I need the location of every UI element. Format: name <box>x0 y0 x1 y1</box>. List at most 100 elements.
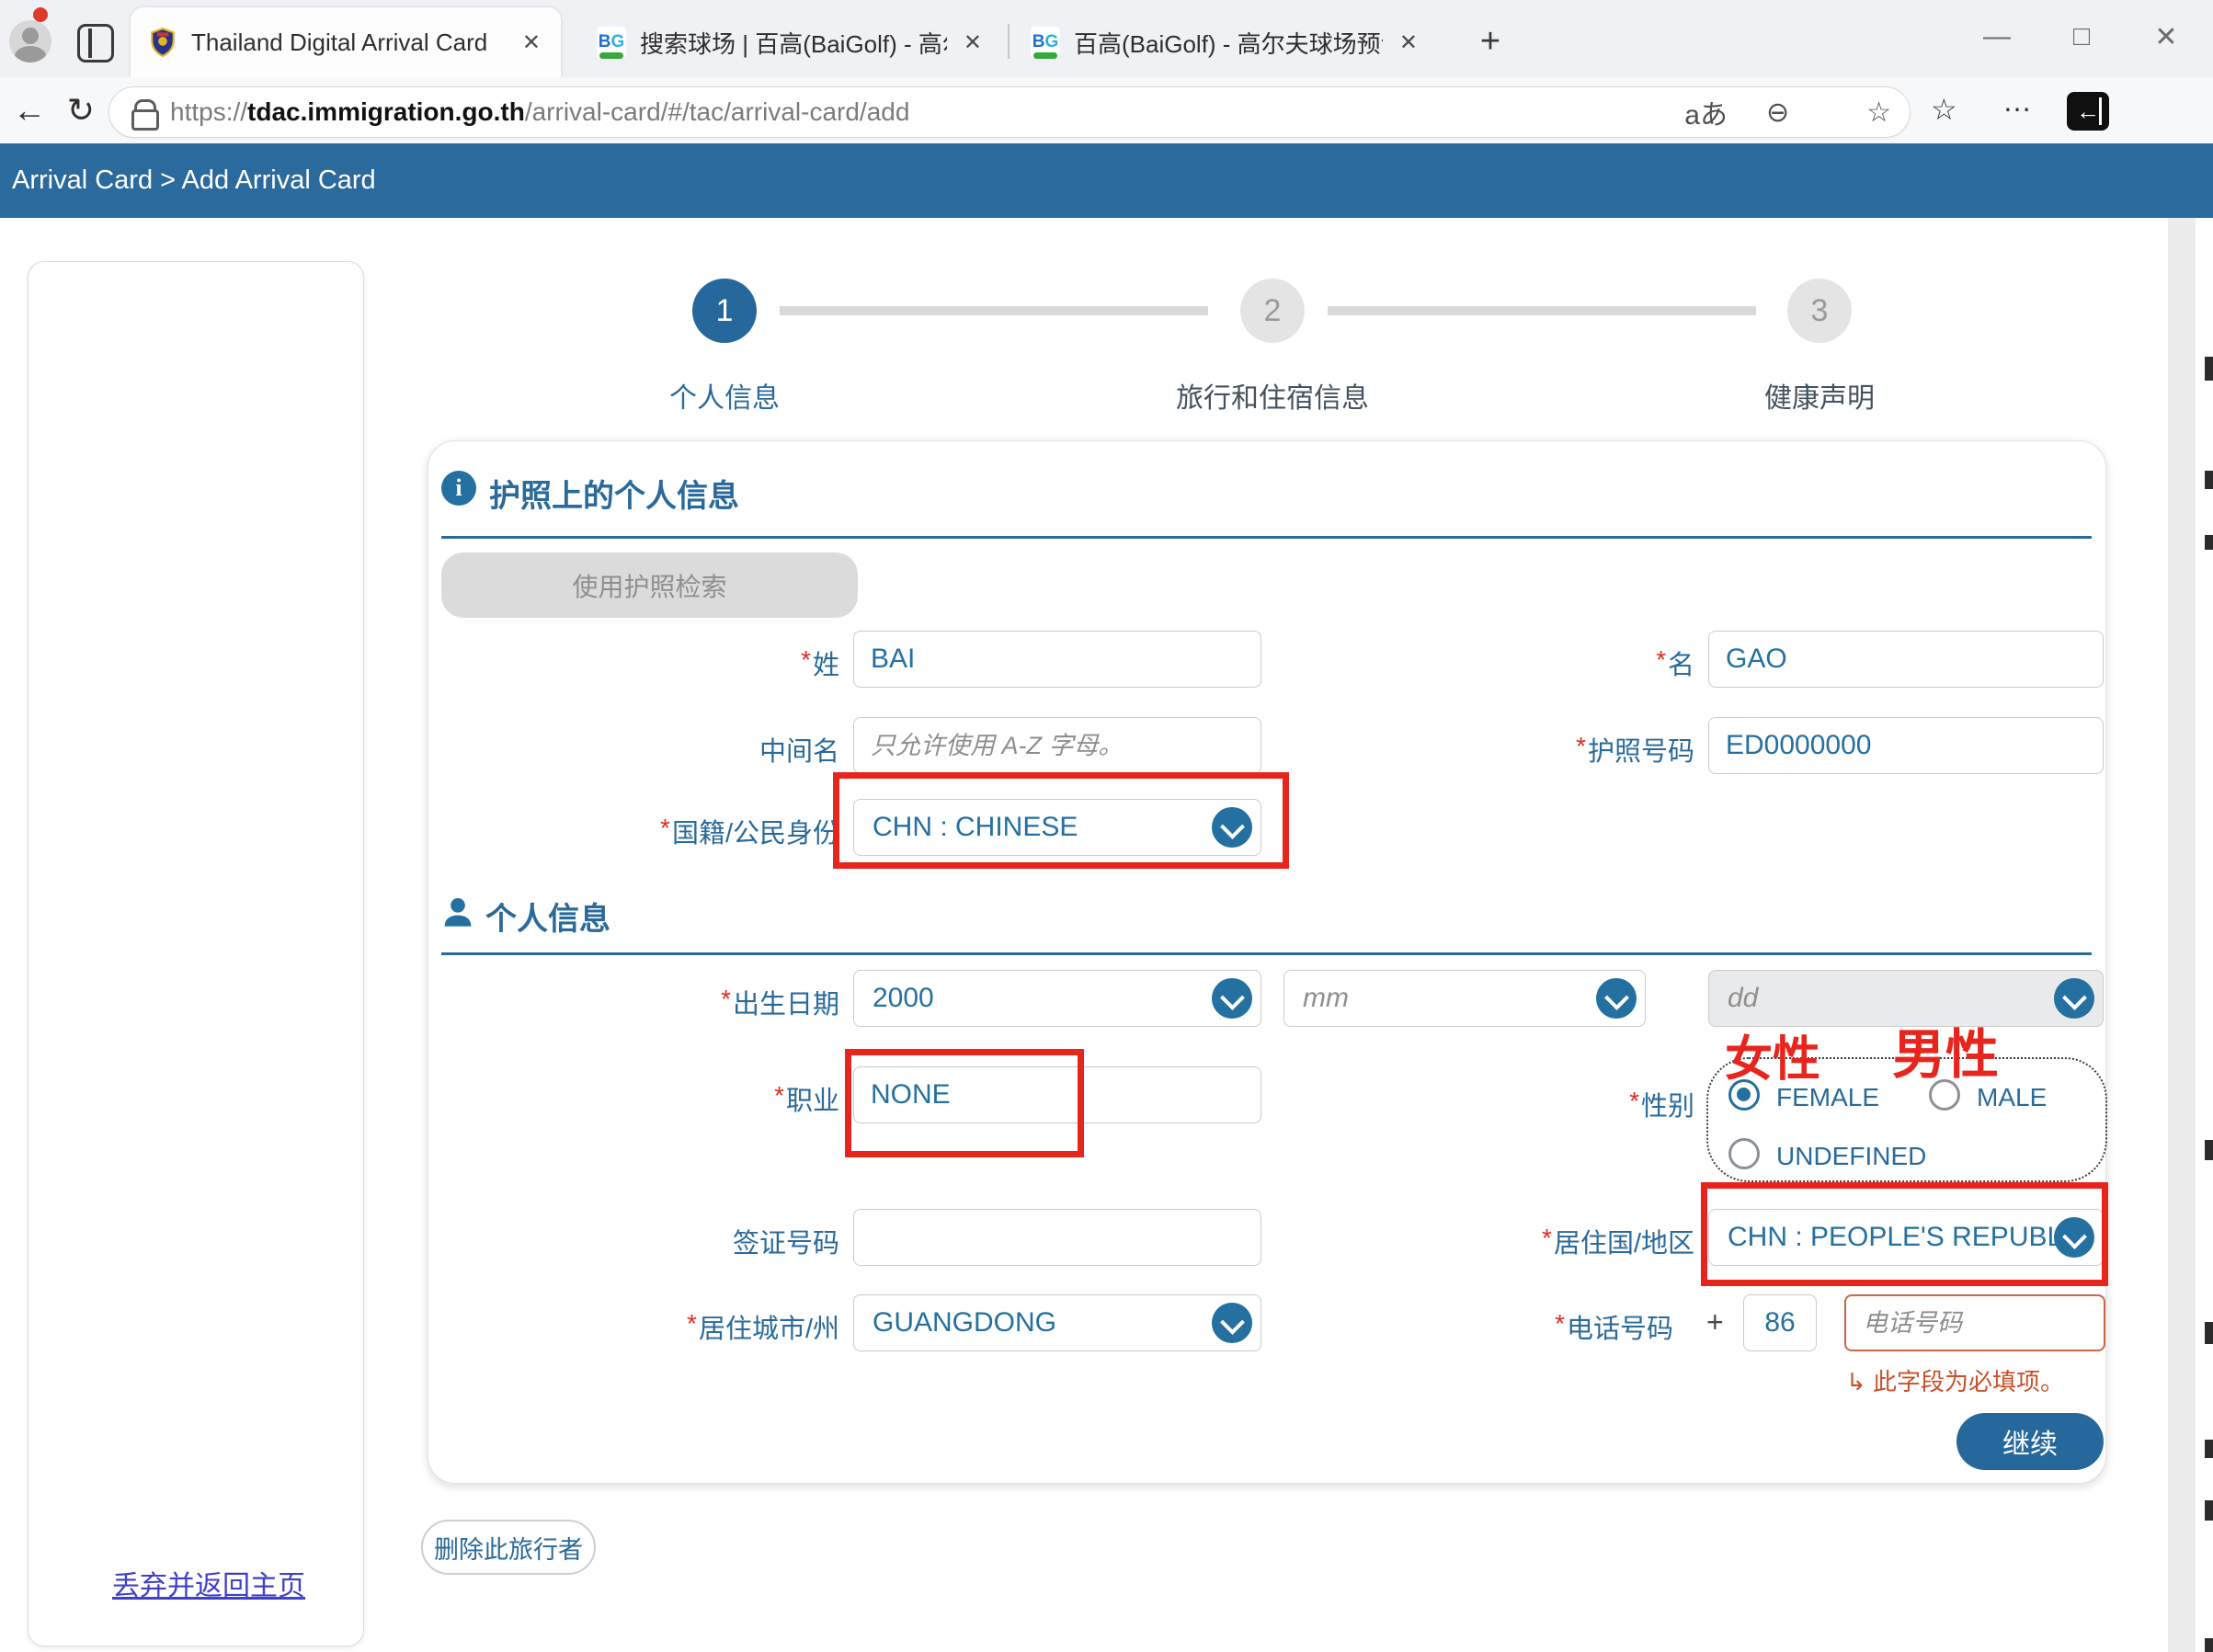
continue-button[interactable]: 继续 <box>1956 1413 2104 1470</box>
required-mark: * <box>687 1309 697 1338</box>
tab-baigolf-search[interactable]: BG 搜索球场 | 百高(BaiGolf) - 高尔夫 ✕ <box>579 7 1002 77</box>
more-menu-icon[interactable]: … <box>2002 85 2032 119</box>
page-header: Arrival Card > Add Arrival Card <box>0 143 2213 218</box>
step-3-circle: 3 <box>1787 279 1852 343</box>
baigolf-favicon-icon: BG <box>1030 27 1061 58</box>
middle-name-label: 中间名 <box>545 730 839 769</box>
tab-baigolf-booking[interactable]: BG 百高(BaiGolf) - 高尔夫球场预订,高 ✕ <box>1013 7 1438 77</box>
notification-dot <box>33 7 48 22</box>
residence-city-label: *居住城市/州 <box>545 1307 839 1346</box>
clipped-edge-fragment <box>2205 1322 2213 1344</box>
residence-country-label: *居住国/地区 <box>1400 1222 1694 1260</box>
required-mark: * <box>1629 1087 1639 1115</box>
new-tab-button[interactable]: + <box>1469 20 1511 63</box>
clipped-edge-fragment <box>2205 1140 2213 1160</box>
url-host: tdac.immigration.go.th <box>247 97 525 126</box>
annotation-box-occupation <box>845 1049 1084 1157</box>
back-button[interactable]: ← <box>6 85 53 136</box>
first-name-label: *名 <box>1400 644 1694 682</box>
annotation-female-text: 女性 <box>1725 1020 1820 1089</box>
page-scrollbar[interactable] <box>2168 218 2196 1652</box>
breadcrumb: Arrival Card > Add Arrival Card <box>12 165 376 196</box>
step-3-label: 健康声明 <box>1626 375 2013 416</box>
passport-no-input[interactable] <box>1708 717 2104 774</box>
sidebar-toggle-icon[interactable]: ← <box>2067 92 2109 131</box>
maximize-button[interactable]: □ <box>2054 13 2109 61</box>
address-bar[interactable]: https://tdac.immigration.go.th/arrival-c… <box>108 86 1911 138</box>
passport-search-button[interactable]: 使用护照检索 <box>441 553 858 618</box>
birth-month-select[interactable]: mm <box>1283 970 1646 1027</box>
visa-no-input[interactable] <box>853 1209 1261 1266</box>
avatar-person-icon <box>22 28 39 44</box>
tab-strip: Thailand Digital Arrival Card ✕ BG 搜索球场 … <box>0 0 2213 77</box>
required-mark: * <box>801 645 811 674</box>
required-mark: * <box>1542 1224 1552 1252</box>
passport-no-field <box>1708 717 2104 774</box>
middle-name-field <box>853 717 1261 774</box>
tab-title: 百高(BaiGolf) - 高尔夫球场预订,高 <box>1074 26 1383 60</box>
clipped-edge-fragment <box>2205 535 2213 550</box>
required-mark: * <box>774 1081 784 1110</box>
passport-section-title: 护照上的个人信息 <box>489 471 739 516</box>
personal-section-title: 个人信息 <box>485 894 610 939</box>
refresh-button[interactable]: ↻ <box>57 85 105 136</box>
first-name-input[interactable] <box>1708 631 2104 688</box>
required-mark: * <box>721 985 731 1013</box>
phone-number-input[interactable] <box>1844 1294 2105 1351</box>
person-icon <box>441 895 474 929</box>
middle-name-input[interactable] <box>853 717 1261 774</box>
close-window-button[interactable]: ✕ <box>2139 13 2194 61</box>
zoom-out-icon[interactable]: ⊖ <box>1766 97 1789 129</box>
baigolf-favicon-icon: BG <box>596 27 627 58</box>
annotation-box-residence-country <box>1701 1182 2108 1286</box>
favorite-star-icon[interactable]: ☆ <box>1866 97 1891 129</box>
clipped-edge-fragment <box>2205 1638 2213 1652</box>
tab-close-icon[interactable]: ✕ <box>1396 29 1421 56</box>
gender-undefined-radio[interactable] <box>1728 1138 1760 1169</box>
required-mark: * <box>1656 645 1666 674</box>
chevron-down-icon[interactable] <box>1212 978 1252 1019</box>
avatar-person-icon <box>15 46 46 63</box>
tab-close-icon[interactable]: ✕ <box>960 29 986 56</box>
clipped-edge-fragment <box>2205 471 2213 489</box>
required-mark: * <box>1555 1309 1565 1338</box>
birth-year-select[interactable]: 2000 <box>853 970 1261 1027</box>
required-mark: * <box>660 814 670 842</box>
section-divider <box>441 952 2092 955</box>
error-arrow-icon: ↳ <box>1846 1368 1866 1396</box>
translate-icon[interactable]: aあ <box>1684 92 1728 132</box>
url-scheme: https:// <box>170 97 247 126</box>
tab-tdac[interactable]: Thailand Digital Arrival Card ✕ <box>131 7 561 77</box>
step-connector <box>780 306 1208 315</box>
tab-close-icon[interactable]: ✕ <box>519 29 544 56</box>
family-name-input[interactable] <box>853 631 1261 688</box>
chevron-down-icon[interactable] <box>2054 978 2094 1019</box>
tab-separator <box>1008 24 1010 59</box>
residence-city-select[interactable]: GUANGDONG <box>853 1294 1261 1351</box>
phone-code-field <box>1743 1294 1817 1351</box>
tab-title: Thailand Digital Arrival Card <box>191 28 506 57</box>
chevron-down-icon[interactable] <box>1596 978 1637 1019</box>
section-divider <box>441 536 2092 539</box>
clipped-edge-fragment <box>2205 357 2213 381</box>
url-text: https://tdac.immigration.go.th/arrival-c… <box>170 97 1646 127</box>
phone-code-input[interactable] <box>1743 1294 1817 1351</box>
family-name-field <box>853 631 1261 688</box>
minimize-button[interactable]: — <box>1969 13 2025 61</box>
traveler-side-panel <box>28 261 364 1646</box>
info-icon: i <box>441 471 476 506</box>
birth-month-placeholder: mm <box>1303 983 1349 1014</box>
tdac-shield-favicon-icon <box>147 27 178 58</box>
birth-day-placeholder: dd <box>1728 983 1758 1014</box>
tab-actions-icon[interactable] <box>77 24 114 63</box>
step-2-label: 旅行和住宿信息 <box>1079 375 1466 416</box>
delete-traveler-button[interactable]: 删除此旅行者 <box>421 1520 596 1575</box>
profile-avatar[interactable] <box>9 20 51 63</box>
gender-undefined-label[interactable]: UNDEFINED <box>1776 1142 1926 1171</box>
phone-label: *电话号码 <box>1379 1307 1673 1346</box>
lock-icon <box>131 98 154 126</box>
discard-return-home-link[interactable]: 丢弃并返回主页 <box>112 1563 305 1603</box>
url-path: /arrival-card/#/tac/arrival-card/add <box>525 97 910 126</box>
chevron-down-icon[interactable] <box>1212 1303 1252 1343</box>
step-2-circle: 2 <box>1240 279 1305 343</box>
